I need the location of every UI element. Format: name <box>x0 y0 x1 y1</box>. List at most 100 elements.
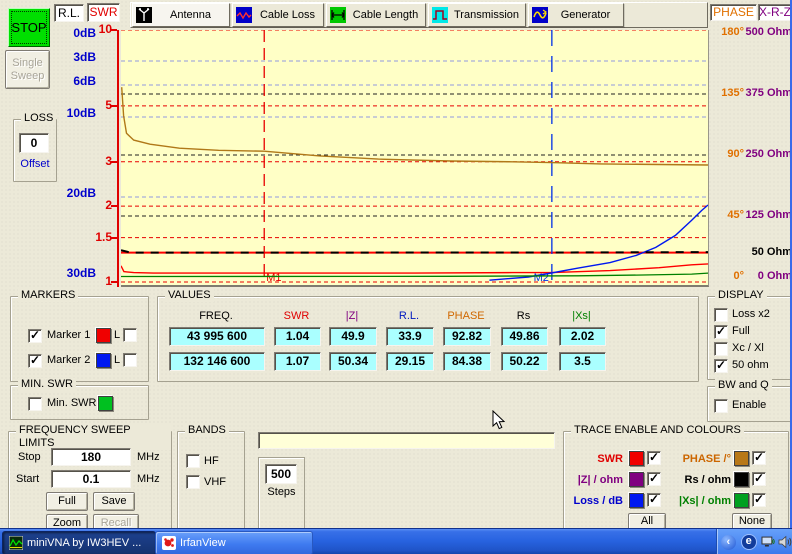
full-checkbox[interactable] <box>714 325 728 339</box>
marker2-checkbox[interactable] <box>28 354 42 368</box>
stop-freq-input[interactable]: 180 <box>51 448 131 466</box>
trace-loss-swatch[interactable] <box>629 493 644 508</box>
taskbar: miniVNA by IW3HEV ... IrfanView ‹ e <box>0 528 792 554</box>
trace-xs-swatch[interactable] <box>734 493 749 508</box>
marker1-l-checkbox[interactable] <box>123 328 137 342</box>
trace-xs-checkbox[interactable] <box>752 493 766 507</box>
start-freq-unit: MHz <box>137 473 160 485</box>
marker1-checkbox[interactable] <box>28 329 42 343</box>
loss-offset-value[interactable]: 0 <box>19 133 49 153</box>
system-tray: ‹ e <box>716 529 792 554</box>
marker2-phase-value: 84.38 <box>443 352 491 371</box>
phase-tick-label: 180° <box>712 26 744 38</box>
loss-db-tick-label: 10dB <box>52 106 96 120</box>
network-monitor-icon[interactable] <box>761 535 776 549</box>
minivna-app-window: STOP Single Sweep R.L. SWR LOSS 0 Offset… <box>0 0 792 554</box>
marker1-color-swatch[interactable] <box>96 328 111 343</box>
start-freq-input[interactable]: 0.1 <box>51 470 131 488</box>
taskbar-item-minivna[interactable]: miniVNA by IW3HEV ... <box>2 531 156 554</box>
trace-swr <box>121 264 708 273</box>
swr-tick-mark <box>111 105 117 107</box>
full-label: Full <box>732 325 750 337</box>
trace-phase-label: PHASE /° <box>667 453 731 465</box>
sweep-full-button[interactable]: Full <box>46 492 88 511</box>
taskbar-item-irfanview-label: IrfanView <box>180 537 226 549</box>
tab-antenna[interactable]: Antenna <box>132 3 230 27</box>
loss-db-tick-label: 20dB <box>52 186 96 200</box>
collapse-chevron-icon[interactable]: ‹ <box>721 535 736 550</box>
trace-loss-label: Loss / dB <box>569 495 623 507</box>
tab-cable-loss[interactable]: Cable Loss <box>232 3 324 27</box>
stop-button[interactable]: STOP <box>8 8 50 47</box>
trace-phase-checkbox[interactable] <box>752 451 766 465</box>
col-header-rs: Rs <box>501 310 546 322</box>
col-header-freq: FREQ. <box>169 310 263 322</box>
message-field[interactable] <box>258 432 555 449</box>
stop-freq-unit: MHz <box>137 451 160 463</box>
swr-tick-label: 3 <box>86 154 112 168</box>
sweep-save-button[interactable]: Save <box>93 492 135 511</box>
trace-swr-swatch[interactable] <box>629 451 644 466</box>
phase-tick-label: 90° <box>712 148 744 160</box>
xrz-axis-caption: X-R-Z <box>758 4 792 21</box>
e-browser-icon[interactable]: e <box>741 534 757 550</box>
tab-generator-label: Generator <box>551 9 620 21</box>
tab-cable-length[interactable]: Cable Length <box>326 3 426 27</box>
min-swr-color-swatch[interactable] <box>98 396 113 411</box>
markers-group-title: MARKERS <box>18 289 78 302</box>
col-header-rl: R.L. <box>386 310 432 322</box>
trace-phase-swatch[interactable] <box>734 451 749 466</box>
right-axis-row: 135°375 Ohm <box>712 87 792 99</box>
marker2-l-checkbox[interactable] <box>123 353 137 367</box>
loss-db-tick-label: 0dB <box>52 26 96 40</box>
marker2-color-swatch[interactable] <box>96 353 111 368</box>
trace-z-checkbox[interactable] <box>647 472 661 486</box>
fifty-ohm-label: 50 ohm <box>732 359 769 371</box>
trace-swr-checkbox[interactable] <box>647 451 661 465</box>
right-axis-row: 180°500 Ohm <box>712 26 792 38</box>
irfanview-app-icon <box>162 536 176 550</box>
generator-icon <box>532 7 548 23</box>
markers-group: MARKERS Marker 1 L Marker 2 L <box>10 296 149 382</box>
trace-loss-checkbox[interactable] <box>647 493 661 507</box>
min-swr-checkbox[interactable] <box>28 397 42 411</box>
trace-z-label: |Z| / ohm <box>569 474 623 486</box>
speaker-icon[interactable] <box>778 535 792 549</box>
loss-x2-checkbox[interactable] <box>714 308 728 322</box>
trace-rs-swatch[interactable] <box>734 472 749 487</box>
fifty-ohm-checkbox[interactable] <box>714 359 728 373</box>
sweep-chart[interactable]: M1M2 <box>121 30 709 287</box>
swr-tick-label: 2 <box>86 198 112 212</box>
taskbar-item-irfanview[interactable]: IrfanView <box>155 531 313 554</box>
loss-group: LOSS 0 Offset <box>13 119 57 182</box>
marker1-rl-value: 33.9 <box>386 327 434 346</box>
vhf-checkbox[interactable] <box>186 475 200 489</box>
values-group: VALUES FREQ. SWR |Z| R.L. PHASE Rs |Xs| … <box>157 296 699 382</box>
loss-db-tick-label: 3dB <box>52 50 96 64</box>
tab-generator[interactable]: Generator <box>528 3 624 27</box>
minivna-app-icon <box>9 536 23 550</box>
trace-rs-checkbox[interactable] <box>752 472 766 486</box>
trace-z-swatch[interactable] <box>629 472 644 487</box>
steps-input[interactable]: 500 <box>265 464 297 484</box>
single-sweep-button[interactable]: Single Sweep <box>5 50 50 89</box>
tab-cable-length-label: Cable Length <box>349 9 422 21</box>
marker1-swr-value: 1.04 <box>274 327 321 346</box>
marker1-label: Marker 1 <box>47 329 90 341</box>
steps-label: Steps <box>259 486 304 498</box>
swr-tick-label: 1.5 <box>86 230 112 244</box>
steps-panel: 500 Steps <box>258 457 305 529</box>
phase-tick-label: 135° <box>712 87 744 99</box>
tab-cable-loss-label: Cable Loss <box>255 9 320 21</box>
trace-phase <box>122 87 708 165</box>
swr-tick-mark <box>111 205 117 207</box>
xc-xl-checkbox[interactable] <box>714 342 728 356</box>
bands-group-title: BANDS <box>185 424 229 437</box>
trace-colours-title: TRACE ENABLE AND COLOURS <box>571 424 744 437</box>
antenna-icon <box>136 7 152 23</box>
bwq-enable-checkbox[interactable] <box>714 399 728 413</box>
tab-transmission[interactable]: Transmission <box>428 3 526 27</box>
hf-checkbox[interactable] <box>186 454 200 468</box>
col-header-xs: |Xs| <box>559 310 604 322</box>
bwq-enable-label: Enable <box>732 399 766 411</box>
